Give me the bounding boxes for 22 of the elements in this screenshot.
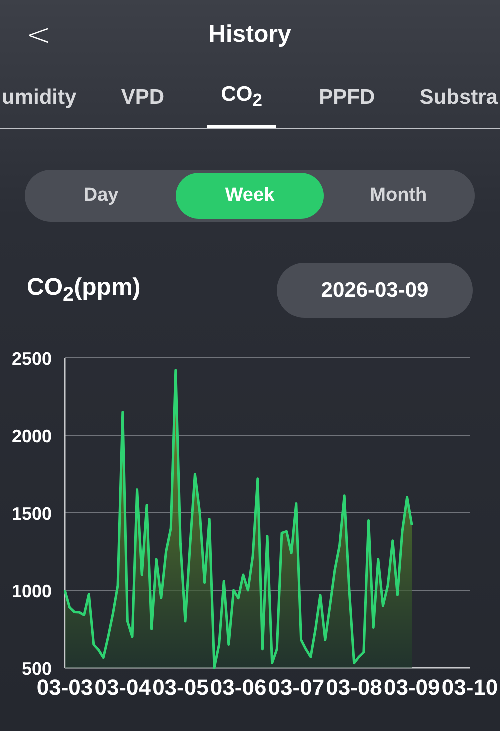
back-button[interactable]: < [22,18,56,53]
x-axis-label: 03-08 [326,675,382,700]
x-axis-label: 03-09 [384,675,440,700]
x-axis-label: 03-07 [268,675,325,700]
screen-title: History [208,21,292,49]
tab[interactable]: VPD [119,70,167,128]
y-axis-label: 2500 [12,349,52,369]
y-axis-label: 2000 [12,426,52,446]
y-axis-label: 1000 [12,582,52,602]
x-axis-label: 03-10 [442,675,498,700]
tab[interactable]: umidity [0,70,79,128]
x-axis-label: 03-05 [152,675,209,700]
metric-title: CO$_{2}$(ppm) [27,274,141,307]
y-axis-label: 1500 [12,504,52,524]
period-tab[interactable]: Month [324,173,473,219]
tab[interactable]: CO$_{2}$ [207,70,276,128]
period-tab[interactable]: Day [27,173,176,219]
tab[interactable]: Substra [418,70,500,128]
x-axis-label: 03-04 [94,675,151,700]
date-button[interactable]: 2026-03-09 [277,263,473,318]
x-axis-label: 03-06 [210,675,267,700]
tab[interactable]: PPFD [317,70,378,128]
